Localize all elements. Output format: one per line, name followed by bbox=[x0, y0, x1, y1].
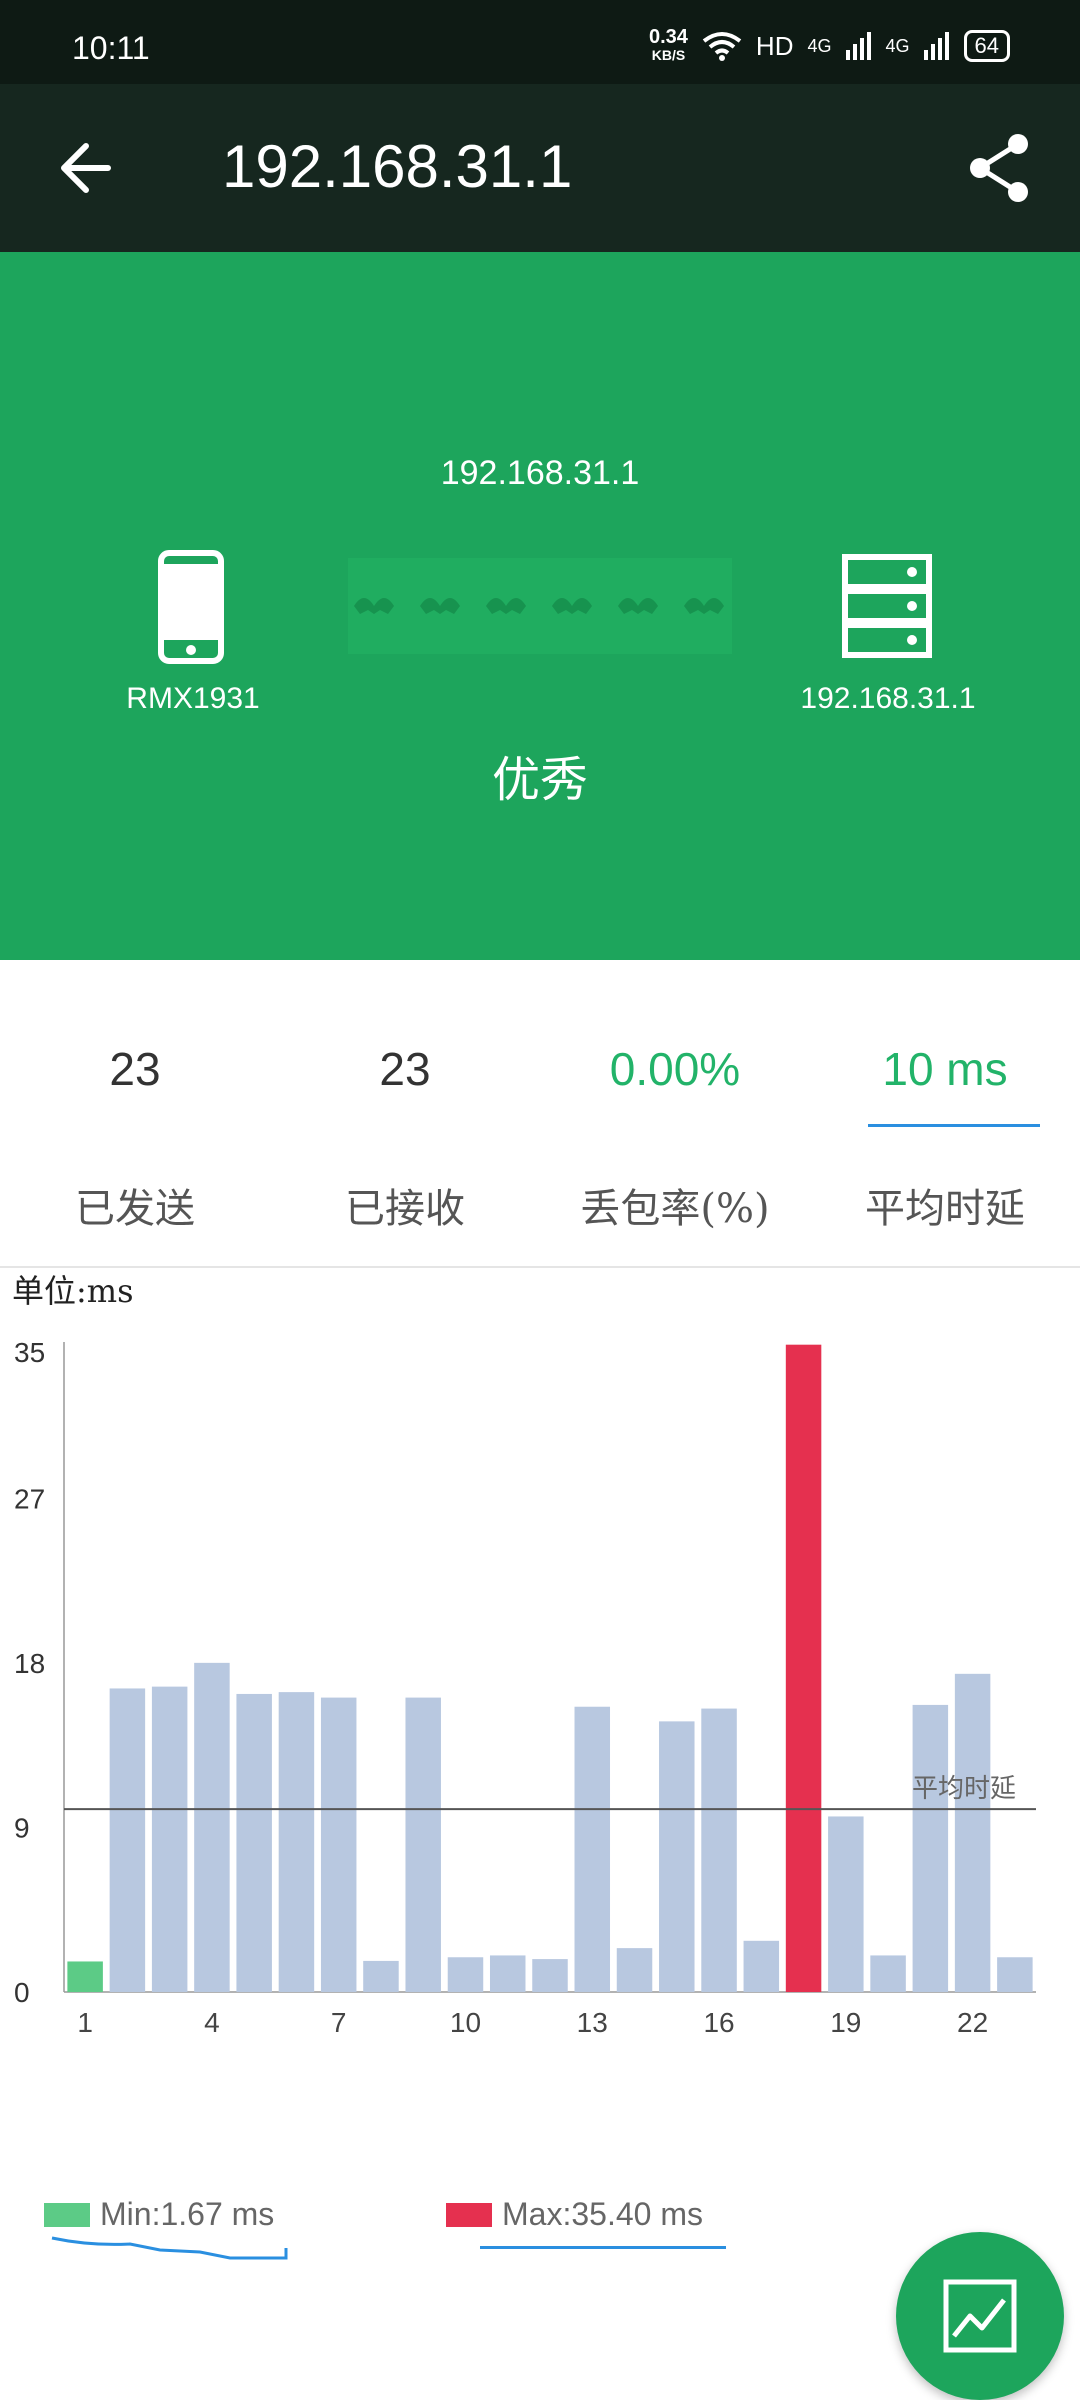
x-tick-label: 22 bbox=[957, 2007, 988, 2038]
chart-bar bbox=[109, 1688, 146, 1992]
stat-value: 23 bbox=[109, 1043, 161, 1095]
stat-value: 10 ms bbox=[882, 1043, 1008, 1095]
chart-bar bbox=[912, 1704, 949, 1992]
signal-label-2: 4G bbox=[885, 35, 910, 56]
stat-label: 已发送 bbox=[75, 1186, 195, 1232]
chart-bar bbox=[954, 1673, 991, 1992]
y-tick-label: 9 bbox=[14, 1812, 30, 1843]
chart-bar bbox=[320, 1697, 357, 1992]
x-tick-label: 10 bbox=[450, 2007, 481, 2038]
chart-bar bbox=[616, 1948, 653, 1992]
share-icon[interactable] bbox=[960, 128, 1040, 208]
signal-icon bbox=[923, 32, 949, 60]
stat-value: 23 bbox=[379, 1043, 431, 1095]
chart-bar bbox=[405, 1697, 441, 1992]
stat-label: 丢包率(%) bbox=[580, 1186, 770, 1232]
chart-bar bbox=[574, 1706, 611, 1992]
divider bbox=[0, 1266, 1080, 1268]
legend-max-swatch bbox=[446, 2202, 492, 2227]
chart-bar bbox=[701, 1708, 737, 1992]
target-ip: 192.168.31.1 bbox=[440, 454, 640, 492]
legend-max: Max:35.40 ms bbox=[446, 2196, 703, 2233]
wifi-icon bbox=[702, 32, 742, 61]
status-time: 10:11 bbox=[72, 30, 150, 66]
legend-max-label: Max:35.40 ms bbox=[502, 2196, 703, 2232]
chart-bar bbox=[870, 1955, 906, 1992]
net-speed-value: 0.34 bbox=[648, 26, 688, 48]
status-bar: 10:11 0.34 KB/S HD 4G 4G 64 bbox=[0, 0, 1080, 84]
x-tick-label: 1 bbox=[77, 2007, 93, 2038]
latency-chart: 0 9 18 27 35 1 4 7 10 13 16 19 22 平均时延 bbox=[14, 1337, 1036, 2038]
stat-label: 平均时延 bbox=[865, 1186, 1025, 1232]
y-tick-label: 27 bbox=[14, 1483, 45, 1514]
ping-animation bbox=[348, 558, 732, 654]
y-tick-label: 35 bbox=[14, 1337, 45, 1368]
chart-bar bbox=[828, 1816, 864, 1992]
net-speed-unit: KB/S bbox=[651, 47, 686, 63]
chart-bar bbox=[997, 1957, 1033, 1992]
connection-panel: 192.168.31.1 RMX1931 192.168.31.1 优秀 bbox=[0, 252, 1080, 960]
chart-bar bbox=[67, 1961, 103, 1992]
chart-bar bbox=[194, 1662, 230, 1992]
stat-label: 已接收 bbox=[345, 1186, 465, 1232]
quality-rating: 优秀 bbox=[491, 752, 588, 808]
page-title: 192.168.31.1 bbox=[222, 133, 573, 200]
net-speed: 0.34 KB/S bbox=[648, 26, 688, 64]
wave-icon bbox=[354, 598, 724, 614]
server-label: 192.168.31.1 bbox=[800, 682, 976, 715]
chart-bar bbox=[659, 1721, 695, 1992]
stat-underline bbox=[868, 1124, 1040, 1127]
chart-bar bbox=[278, 1692, 315, 1992]
x-tick-label: 7 bbox=[331, 2007, 347, 2038]
chart-bar bbox=[785, 1344, 822, 1992]
phone-icon bbox=[158, 550, 224, 664]
x-tick-label: 13 bbox=[577, 2007, 608, 2038]
chart-bar bbox=[743, 1940, 780, 1992]
app-bar: 192.168.31.1 bbox=[0, 84, 1080, 252]
signal-icon bbox=[845, 32, 871, 60]
legend-min-underline bbox=[51, 2236, 288, 2260]
chart-bar bbox=[236, 1693, 272, 1992]
average-line-label: 平均时延 bbox=[912, 1774, 1016, 1804]
x-tick-label: 16 bbox=[703, 2007, 734, 2038]
legend-min: Min:1.67 ms bbox=[44, 2196, 274, 2233]
x-tick-label: 19 bbox=[830, 2007, 861, 2038]
battery-indicator: 64 bbox=[963, 30, 1010, 62]
device-label: RMX1931 bbox=[126, 682, 260, 715]
legend-min-swatch bbox=[44, 2202, 90, 2227]
chart-bar bbox=[532, 1959, 568, 1992]
arrow-left-icon[interactable] bbox=[50, 128, 130, 208]
status-icons: 0.34 KB/S HD 4G 4G 64 bbox=[648, 26, 1010, 64]
server-icon bbox=[842, 554, 932, 658]
trend-chart-icon bbox=[943, 2279, 1017, 2353]
legend-min-label: Min:1.67 ms bbox=[100, 2196, 275, 2232]
stats-row: 23 已发送 23 已接收 0.00% 丢包率(%) 10 ms 平均时延 bbox=[0, 1000, 1080, 1262]
chart-bar bbox=[447, 1957, 484, 1992]
x-tick-label: 4 bbox=[204, 2007, 220, 2038]
y-tick-label: 18 bbox=[14, 1648, 45, 1679]
stat-value: 0.00% bbox=[609, 1043, 741, 1095]
chart-bar bbox=[489, 1955, 526, 1992]
trend-chart-button[interactable] bbox=[896, 2232, 1064, 2400]
y-tick-label: 0 bbox=[14, 1977, 30, 2008]
chart-bar bbox=[151, 1686, 188, 1992]
legend-max-underline bbox=[480, 2246, 726, 2249]
chart-bar bbox=[363, 1960, 399, 1992]
signal-label-1: 4G bbox=[807, 35, 832, 56]
hd-indicator: HD bbox=[755, 30, 794, 61]
